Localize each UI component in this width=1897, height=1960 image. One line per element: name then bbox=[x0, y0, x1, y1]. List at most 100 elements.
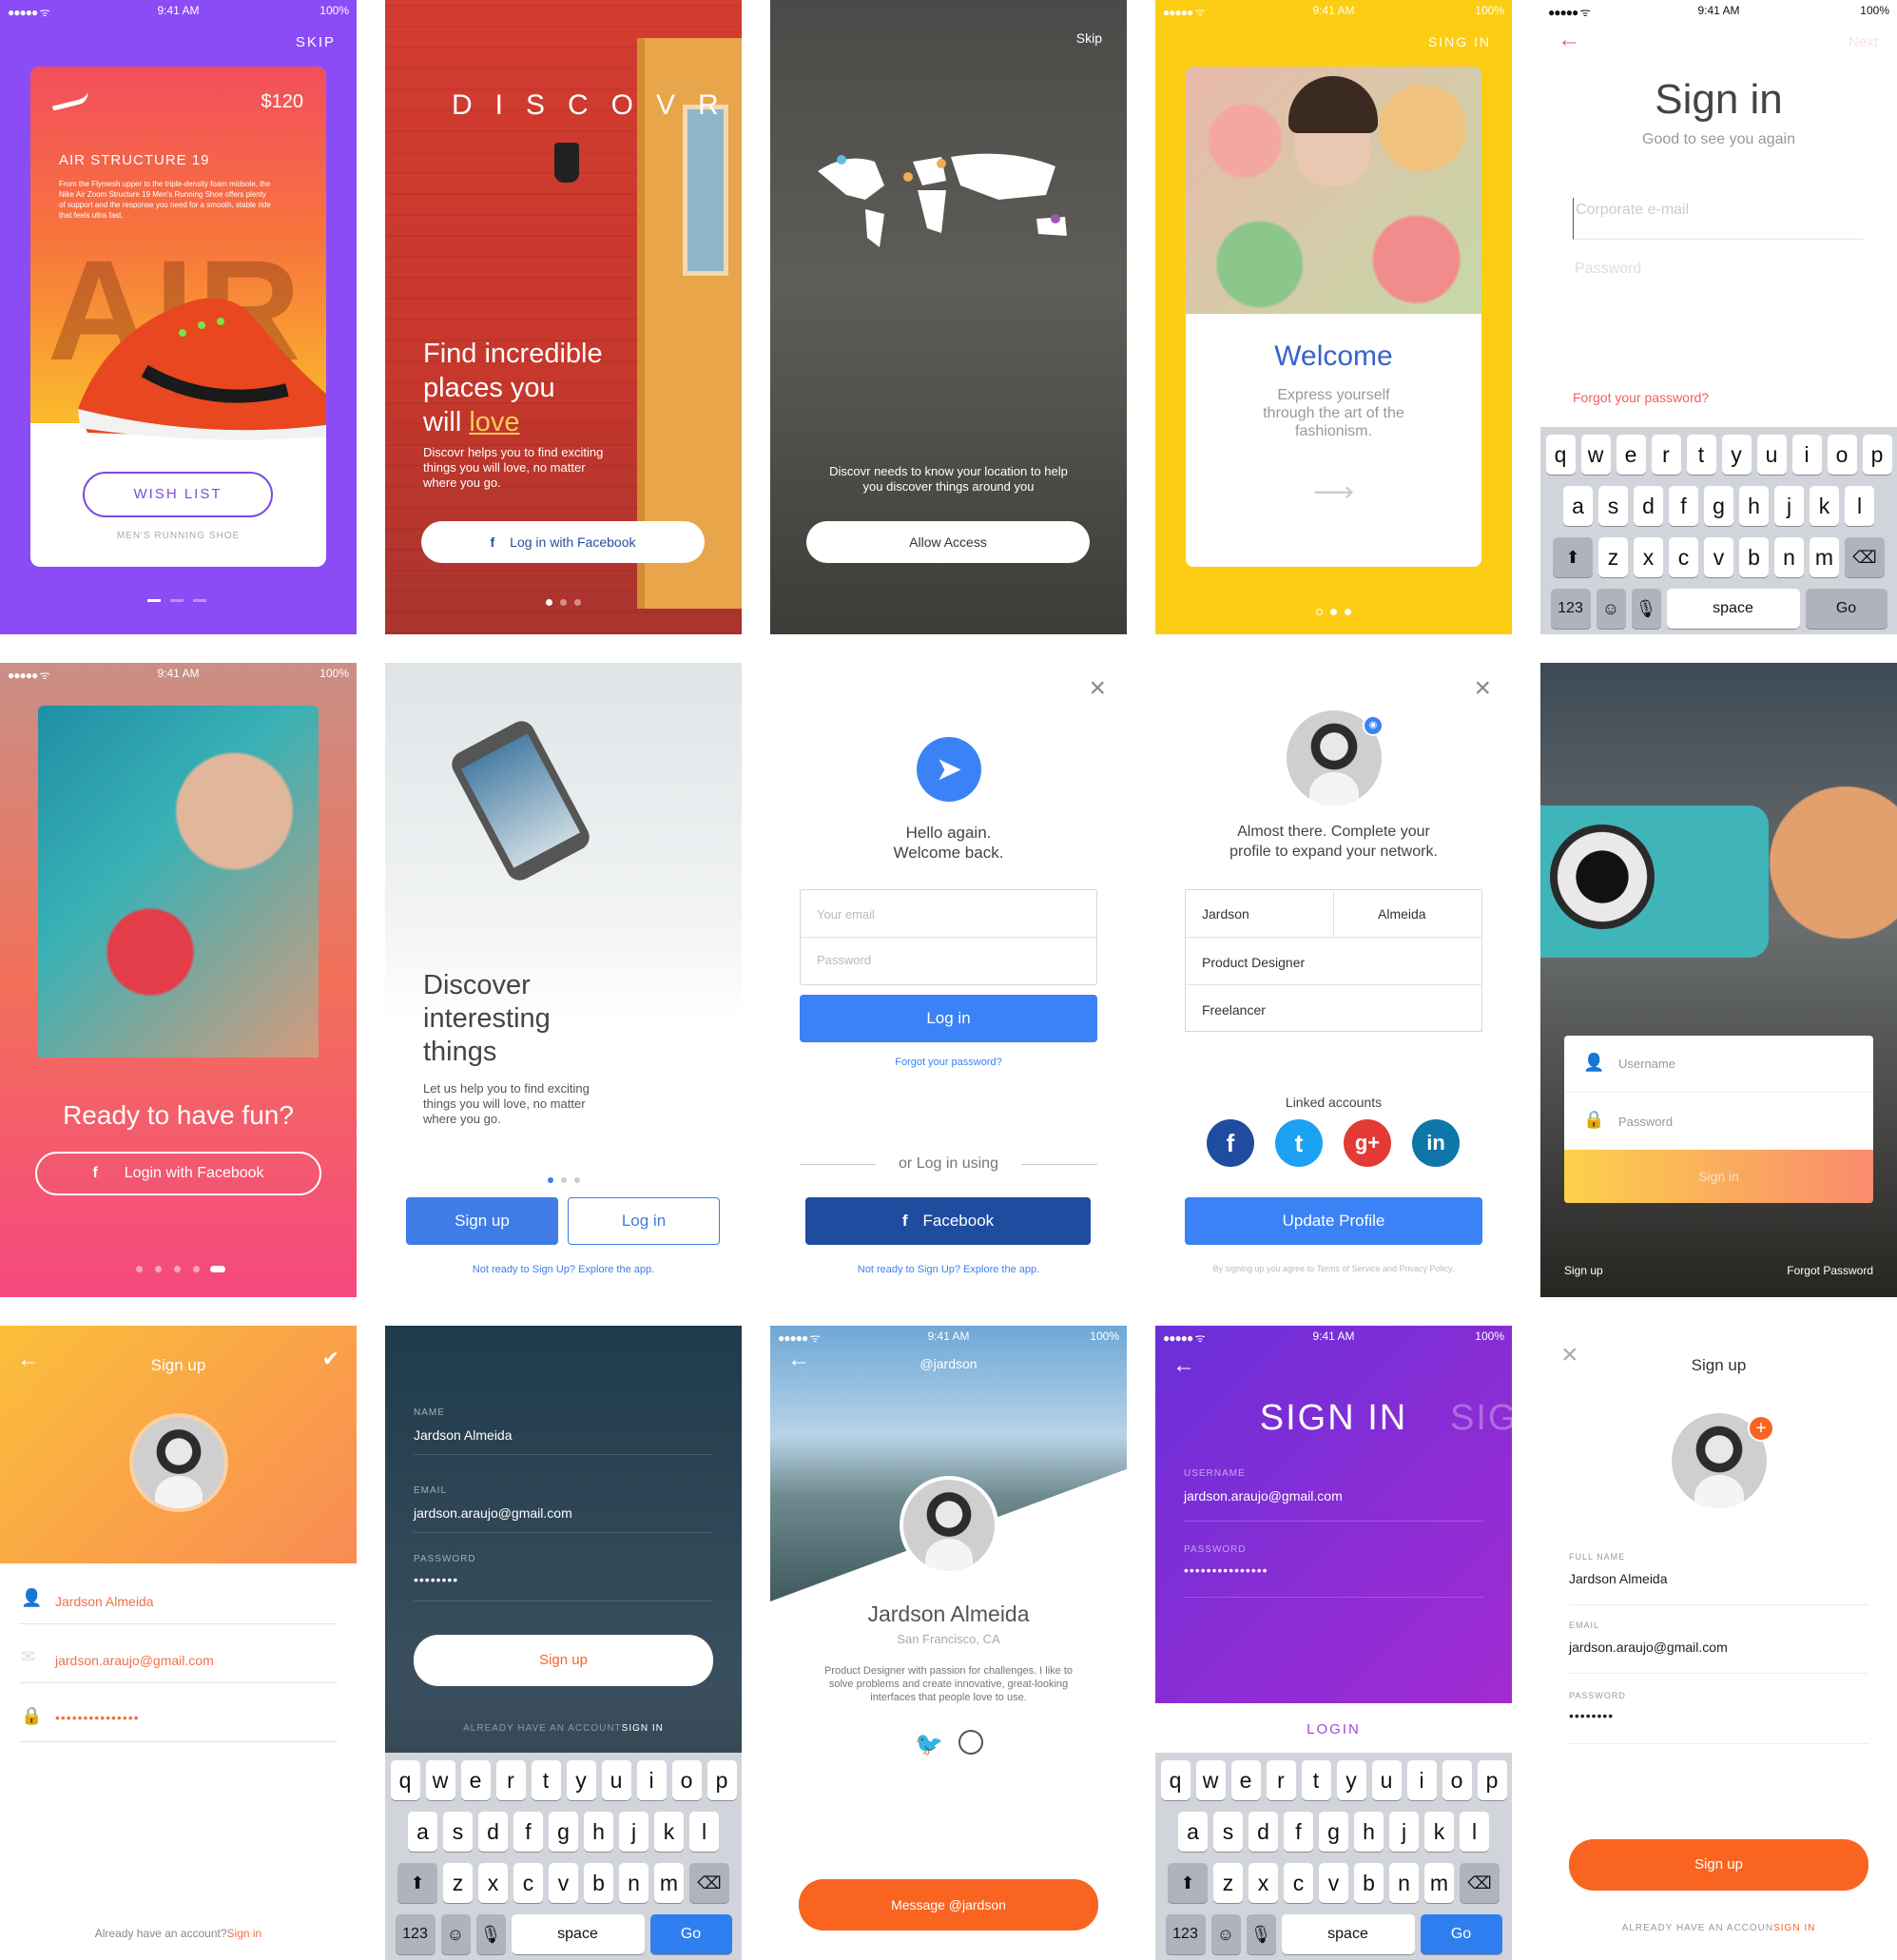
key-m[interactable]: m bbox=[1424, 1863, 1454, 1903]
key-r[interactable]: r bbox=[1266, 1760, 1296, 1800]
signin-link[interactable]: SIGN IN bbox=[622, 1723, 664, 1734]
fullname-field[interactable]: FULL NAME Jardson Almeida bbox=[1569, 1552, 1868, 1605]
go-key[interactable]: Go bbox=[1420, 1914, 1502, 1954]
key-v[interactable]: v bbox=[1319, 1863, 1348, 1903]
password-field[interactable]: PASSWORD •••••••• bbox=[414, 1554, 713, 1601]
key-n[interactable]: n bbox=[1389, 1863, 1419, 1903]
key-n[interactable]: n bbox=[1774, 537, 1804, 577]
numbers-key[interactable]: 123 bbox=[1165, 1914, 1206, 1954]
key-u[interactable]: u bbox=[1756, 435, 1787, 475]
key-m[interactable]: m bbox=[654, 1863, 684, 1903]
skip-link[interactable]: Skip bbox=[1076, 30, 1102, 46]
key-i[interactable]: i bbox=[1406, 1760, 1437, 1800]
signup-button[interactable]: Sign up bbox=[1569, 1839, 1868, 1891]
explore-link[interactable]: Not ready to Sign Up? Explore the app. bbox=[385, 1264, 742, 1275]
back-arrow-icon[interactable]: ← bbox=[1558, 27, 1580, 53]
key-j[interactable]: j bbox=[1774, 486, 1804, 526]
key-q[interactable]: q bbox=[1545, 435, 1576, 475]
key-f[interactable]: f bbox=[513, 1812, 543, 1852]
wishlist-button[interactable]: WISH LIST bbox=[83, 472, 273, 517]
key-b[interactable]: b bbox=[1354, 1863, 1384, 1903]
key-h[interactable]: h bbox=[584, 1812, 613, 1852]
key-c[interactable]: c bbox=[513, 1863, 543, 1903]
keyboard[interactable]: qwertyuiop asdfghjkl ⬆ z x c v b n m ⌫ 123 ☺ 🎙 spac… bbox=[1540, 427, 1897, 634]
key-b[interactable]: b bbox=[584, 1863, 613, 1903]
key-d[interactable]: d bbox=[1634, 486, 1663, 526]
key-c[interactable]: c bbox=[1669, 537, 1698, 577]
back-arrow-icon[interactable]: ← bbox=[1172, 1352, 1195, 1379]
key-j[interactable]: j bbox=[619, 1812, 648, 1852]
emoji-key-icon[interactable]: ☺ bbox=[440, 1914, 471, 1954]
key-f[interactable]: f bbox=[1669, 486, 1698, 526]
emoji-key-icon[interactable]: ☺ bbox=[1596, 589, 1626, 629]
email-field[interactable]: ✉ jardson.araujo@gmail.com bbox=[19, 1634, 338, 1683]
facebook-login-button[interactable]: f Log in with Facebook bbox=[421, 521, 705, 563]
facebook-login-button[interactable]: f Login with Facebook bbox=[35, 1152, 321, 1195]
key-e[interactable]: e bbox=[460, 1760, 491, 1800]
username-field[interactable]: USERNAME jardson.araujo@gmail.com bbox=[1184, 1468, 1483, 1522]
next-link[interactable]: Next bbox=[1849, 34, 1878, 50]
key-e[interactable]: e bbox=[1616, 435, 1646, 475]
signin-link[interactable]: Sign in bbox=[227, 1927, 262, 1940]
mic-key-icon[interactable]: 🎙 bbox=[1631, 589, 1661, 629]
key-s[interactable]: s bbox=[1213, 1812, 1243, 1852]
key-a[interactable]: a bbox=[1563, 486, 1593, 526]
key-r[interactable]: r bbox=[495, 1760, 526, 1800]
username-input[interactable]: 👤 Username bbox=[1564, 1036, 1873, 1093]
password-field[interactable]: Password bbox=[1573, 257, 1864, 299]
key-j[interactable]: j bbox=[1389, 1812, 1419, 1852]
numbers-key[interactable]: 123 bbox=[1550, 589, 1591, 629]
space-key[interactable]: space bbox=[1666, 589, 1800, 629]
key-z[interactable]: z bbox=[1598, 537, 1628, 577]
password-input[interactable]: 🔒 Password bbox=[1564, 1093, 1873, 1150]
camera-icon[interactable]: ◉ bbox=[1363, 715, 1384, 736]
key-p[interactable]: p bbox=[707, 1760, 737, 1800]
mic-key-icon[interactable]: 🎙 bbox=[475, 1914, 506, 1954]
mic-key-icon[interactable]: 🎙 bbox=[1246, 1914, 1276, 1954]
email-field[interactable]: EMAIL jardson.araujo@gmail.com bbox=[414, 1485, 713, 1533]
key-d[interactable]: d bbox=[478, 1812, 508, 1852]
signin-link[interactable]: SIGN IN bbox=[1773, 1923, 1815, 1933]
forgot-password-link[interactable]: Forgot Password bbox=[1787, 1264, 1873, 1277]
shift-key-icon[interactable]: ⬆ bbox=[1553, 537, 1593, 577]
key-h[interactable]: h bbox=[1739, 486, 1769, 526]
add-photo-icon[interactable]: + bbox=[1748, 1415, 1774, 1442]
key-s[interactable]: s bbox=[1598, 486, 1628, 526]
close-icon[interactable]: × bbox=[1089, 672, 1106, 705]
key-k[interactable]: k bbox=[1424, 1812, 1454, 1852]
first-name-field[interactable]: Jardson bbox=[1186, 890, 1334, 938]
signin-button[interactable]: Sign in bbox=[1564, 1150, 1873, 1203]
key-a[interactable]: a bbox=[408, 1812, 437, 1852]
password-field[interactable]: PASSWORD ••••••••••••••• bbox=[1184, 1544, 1483, 1598]
go-key[interactable]: Go bbox=[1805, 589, 1887, 629]
key-p[interactable]: p bbox=[1477, 1760, 1507, 1800]
skip-link[interactable]: SKIP bbox=[296, 34, 336, 50]
last-name-field[interactable]: Almeida bbox=[1334, 890, 1481, 938]
allow-access-button[interactable]: Allow Access bbox=[806, 521, 1090, 563]
twitter-icon[interactable]: t bbox=[1275, 1119, 1323, 1167]
google-plus-icon[interactable]: g+ bbox=[1344, 1119, 1391, 1167]
key-z[interactable]: z bbox=[1213, 1863, 1243, 1903]
key-b[interactable]: b bbox=[1739, 537, 1769, 577]
keyboard[interactable]: qwertyuiop asdfghjkl ⬆ z x c v b n m ⌫ 123 ☺ 🎙 spac… bbox=[1155, 1753, 1512, 1960]
facebook-button[interactable]: f Facebook bbox=[805, 1197, 1091, 1245]
numbers-key[interactable]: 123 bbox=[395, 1914, 436, 1954]
key-e[interactable]: e bbox=[1230, 1760, 1261, 1800]
avatar[interactable] bbox=[129, 1413, 228, 1512]
key-g[interactable]: g bbox=[549, 1812, 578, 1852]
key-x[interactable]: x bbox=[1249, 1863, 1278, 1903]
key-f[interactable]: f bbox=[1284, 1812, 1313, 1852]
key-z[interactable]: z bbox=[443, 1863, 473, 1903]
key-s[interactable]: s bbox=[443, 1812, 473, 1852]
password-field[interactable]: PASSWORD •••••••• bbox=[1569, 1691, 1868, 1744]
forgot-password-link[interactable]: Forgot your password? bbox=[1573, 390, 1709, 405]
facebook-icon[interactable]: f bbox=[1207, 1119, 1254, 1167]
key-r[interactable]: r bbox=[1651, 435, 1681, 475]
key-h[interactable]: h bbox=[1354, 1812, 1384, 1852]
password-input[interactable]: Password bbox=[801, 938, 1096, 985]
key-l[interactable]: l bbox=[1460, 1812, 1489, 1852]
key-a[interactable]: a bbox=[1178, 1812, 1208, 1852]
key-o[interactable]: o bbox=[1827, 435, 1857, 475]
key-x[interactable]: x bbox=[478, 1863, 508, 1903]
key-p[interactable]: p bbox=[1862, 435, 1892, 475]
